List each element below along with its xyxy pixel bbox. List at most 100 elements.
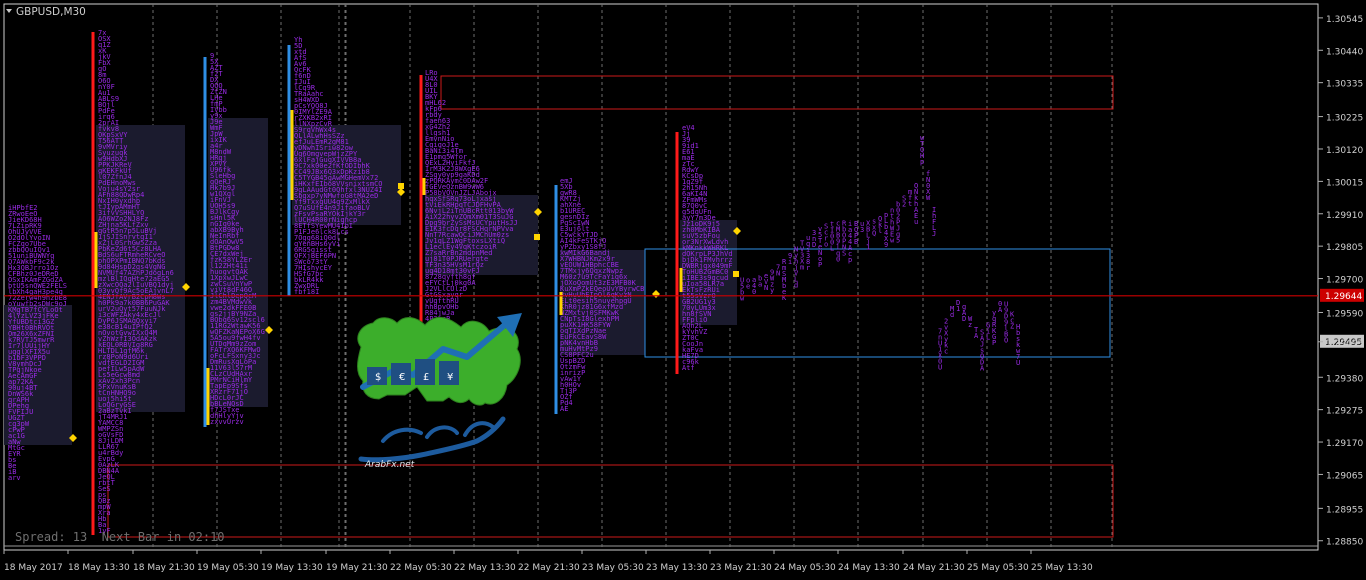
tpo-cell: i: [788, 258, 792, 266]
tpo-cell: a: [758, 281, 762, 289]
poc-square-marker: [534, 234, 540, 240]
x-tick-label: 18 May 21:30: [133, 563, 195, 573]
tpo-cell: U: [938, 363, 942, 371]
chart-header[interactable]: GBPUSD,M30: [6, 6, 86, 18]
y-tick-label: 1.29495: [1326, 339, 1363, 349]
x-tick-label: 18 May 2017: [4, 563, 63, 573]
y-tick-label: 1.30335: [1326, 80, 1363, 90]
tpo-cell: p: [848, 256, 852, 264]
tpo-cell: z: [968, 321, 972, 329]
market-profile-session: LRoU4X8L0UILBKYmHL62kFp6rbdyfaen63xG4Zh2…: [425, 69, 518, 347]
y-tick-label: 1.29700: [1326, 276, 1363, 286]
tpo-cell: B: [854, 238, 858, 246]
tpo-cell: t: [908, 200, 912, 208]
tpo-cell: 1: [866, 243, 870, 251]
tpo-cell: 0: [752, 288, 756, 296]
tpo-row: zxvvUrzv: [210, 418, 244, 426]
svg-text:¥: ¥: [447, 372, 453, 383]
svg-text:ArabFx.net: ArabFx.net: [364, 460, 415, 470]
y-tick-label: 1.29065: [1326, 471, 1363, 481]
poc-diamond-marker: [652, 290, 660, 298]
tpo-cell: u: [914, 218, 918, 226]
x-tick-label: 22 May 05:30: [390, 563, 452, 573]
tpo-cell: w: [890, 236, 895, 244]
tpo-cell: D: [962, 315, 966, 323]
tpo-cell: N: [776, 270, 780, 278]
tpo-cell: 9: [884, 241, 888, 249]
market-profile-session: 7xOSXq1ZxKjkVFbXgO8mO6OnY0FAu1ABLS9BOjlP…: [98, 29, 174, 535]
triangle-down-icon[interactable]: [6, 9, 12, 13]
tpo-cell: O: [1004, 337, 1008, 345]
logo-script-2: [381, 421, 495, 443]
red-range-box-top: [440, 75, 1114, 110]
tpo-cell: L: [830, 245, 834, 253]
tpo-cell: 2: [902, 201, 906, 209]
market-profile-trail: U5bwoea40baeVN9Wzy7NRmSMbeK9iNyhjVLdTV3X…: [740, 134, 1021, 373]
tpo-cell: d: [950, 311, 954, 319]
tpo-cell: U: [1016, 359, 1020, 367]
x-tick-label: 23 May 21:30: [710, 563, 772, 573]
x-tick-label: 25 May 05:30: [967, 563, 1029, 573]
svg-text:€: €: [399, 372, 405, 383]
x-tick-label: 23 May 05:30: [582, 563, 644, 573]
y-tick-label: 1.30440: [1326, 47, 1363, 57]
x-tick-label: 24 May 13:30: [838, 563, 900, 573]
price-chart[interactable]: iHPbfE2ZRwoEeOJieKD68H7LZipRK9OhUJvVVEO2…: [0, 0, 1366, 580]
y-tick-label: 1.29590: [1326, 309, 1363, 319]
market-profile-session: Yh5DxtdAfSAv6OcFKf6nDIJuIlCq9RTRaAahcsH4…: [294, 36, 383, 296]
profile-layer: iHPbfE2ZRwoEeOJieKD68H7LZipRK9OhUJvVVEO2…: [8, 29, 1021, 535]
tpo-cell: m: [800, 264, 804, 272]
market-profile-session: eV4Jj399id1E61maEzTcRdwYKCsDp1qZ9f2h15Nh…: [682, 124, 733, 372]
y-tick-label: 1.30225: [1326, 114, 1363, 124]
y-tick-label: 1.30015: [1326, 178, 1363, 188]
red-range-box-bottom: [107, 464, 1114, 538]
plot-frame: [3, 3, 1319, 551]
y-tick-label: 1.29380: [1326, 374, 1363, 384]
poc-square-marker: [733, 271, 739, 277]
x-tick-label: 24 May 21:30: [903, 563, 965, 573]
tpo-cell: A: [998, 306, 1003, 314]
tpo-row: arv: [8, 474, 21, 482]
poc-square-marker: [398, 183, 404, 189]
tpo-row: fbf18I: [294, 288, 319, 296]
x-tick-label: 19 May 21:30: [326, 563, 388, 573]
x-tick-label: 25 May 13:30: [1031, 563, 1093, 573]
tpo-cell: e: [746, 283, 750, 291]
y-tick-label: 1.28850: [1326, 538, 1363, 548]
x-tick-label: 22 May 21:30: [518, 563, 580, 573]
tpo-cell: d: [794, 282, 798, 290]
tpo-cell: Z: [1010, 323, 1014, 331]
x-tick-label: 24 May 05:30: [774, 563, 836, 573]
tpo-cell: 5: [896, 237, 900, 245]
x-tick-label: 22 May 13:30: [454, 563, 516, 573]
svg-text:£: £: [423, 372, 429, 383]
x-tick-label: 23 May 13:30: [646, 563, 708, 573]
tpo-cell: r: [806, 264, 810, 272]
spread-countdown-text: Spread: 13 Next Bar in 02:10: [15, 530, 225, 544]
tpo-cell: J: [932, 230, 936, 238]
x-tick-label: 19 May 05:30: [197, 563, 259, 573]
tpo-cell: o: [824, 240, 828, 248]
y-tick-label: 1.30120: [1326, 146, 1363, 156]
grid-layer: [3, 3, 1319, 551]
tpo-cell: A: [980, 365, 985, 373]
tpo-cell: P: [818, 261, 822, 269]
tpo-cell: l: [878, 227, 882, 235]
tpo-cell: A: [974, 332, 979, 340]
tpo-row: Atf: [682, 364, 695, 372]
tpo-cell: c: [944, 347, 948, 355]
y-tick-label: 1.28955: [1326, 505, 1363, 515]
tpo-cell: p: [920, 158, 924, 166]
tpo-cell: S: [842, 250, 846, 258]
x-tick-label: 18 May 13:30: [68, 563, 130, 573]
y-tick-label: 1.29910: [1326, 211, 1363, 221]
tpo-cell: 3: [860, 226, 864, 234]
tpo-cell: Q: [872, 230, 876, 238]
tpo-cell: y: [770, 286, 774, 294]
tpo-cell: D: [812, 241, 816, 249]
symbol-label: GBPUSD,M30: [16, 6, 86, 18]
tpo-row: AE: [560, 405, 568, 413]
y-tick-label: 1.29170: [1326, 439, 1363, 449]
tpo-cell: N: [764, 284, 768, 292]
trading-chart-window[interactable]: { "window": { "symbol_label": "GBPUSD,M3…: [0, 0, 1366, 580]
